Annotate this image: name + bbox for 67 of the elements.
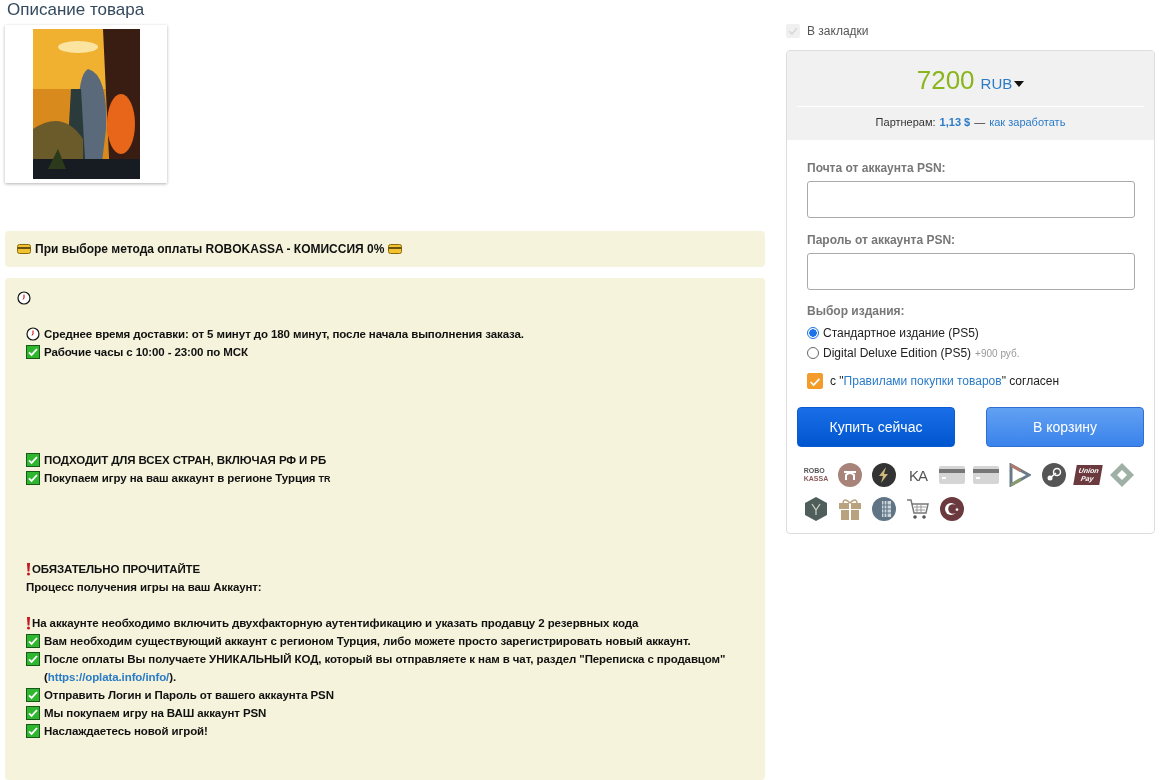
- bookmark-label: В закладки: [807, 24, 869, 38]
- buy-now-button[interactable]: Купить сейчас: [797, 407, 955, 447]
- field-label: Выбор издания:: [807, 304, 906, 318]
- gift-icon: [839, 498, 861, 520]
- description-text: Отправить Логин и Пароль от вашего аккаунта PSN: [44, 688, 334, 703]
- radio-button[interactable]: [807, 327, 819, 339]
- checkmark-icon: [26, 453, 40, 467]
- earn-link[interactable]: как заработать: [989, 116, 1066, 128]
- rules-link[interactable]: Правилами покупки товаров: [843, 374, 1002, 388]
- payment-logo-text: KA: [909, 466, 927, 484]
- diamond-icon: [1110, 463, 1134, 487]
- description-text: Наслаждаетесь новой игрой!: [44, 724, 208, 739]
- field-label: Пароль от аккаунта PSN:: [807, 233, 957, 247]
- partners-amount: 1,13 $: [939, 116, 971, 128]
- flag-code: TR: [318, 474, 331, 484]
- add-to-cart-button[interactable]: В корзину: [986, 407, 1144, 447]
- bookmark-checkbox[interactable]: [786, 24, 800, 38]
- partners-label: Партнерам:: [875, 116, 936, 128]
- checkmark-icon: [26, 652, 40, 666]
- crescent-icon: [940, 497, 964, 521]
- bolt-icon: [872, 463, 896, 487]
- card-icon: [939, 466, 965, 484]
- checkmark-icon: [26, 345, 40, 359]
- clock-icon: [26, 327, 40, 341]
- notice-text: При выборе метода оплаты ROBOKASSA - КОМИССИЯ 0%: [35, 242, 385, 256]
- radio-button[interactable]: [807, 347, 819, 359]
- checkmark-icon: [26, 634, 40, 648]
- description-text: Процесс получения игры на ваш Аккаунт:: [26, 580, 262, 595]
- input-field[interactable]: [807, 253, 1135, 290]
- price-extra: +900 руб.: [975, 347, 1020, 359]
- price-amount: 7200: [916, 65, 975, 96]
- card-icon: [388, 244, 403, 254]
- option-label: Digital Deluxe Edition (PS5): [823, 346, 972, 360]
- description-text: ОБЯЗАТЕЛЬНО ПРОЧИТАЙТЕ: [32, 562, 201, 577]
- description-text: Мы покупаем игру на ВАШ аккаунт PSN: [44, 706, 267, 721]
- arch-icon: [838, 463, 862, 487]
- description-text: ПОДХОДИТ ДЛЯ ВСЕХ СТРАН, ВКЛЮЧАЯ РФ И РБ: [44, 453, 327, 468]
- option-label: Стандартное издание (PS5): [823, 326, 979, 340]
- agreement-text: с "Правилами покупки товаров" согласен: [830, 374, 1060, 388]
- hexagon-icon: [805, 497, 827, 521]
- dash-text: —: [974, 116, 986, 128]
- description-text: Рабочие часы с 10:00 - 23:00 по МСК: [44, 345, 248, 360]
- link[interactable]: https://oplata.info/info/: [47, 671, 170, 683]
- exclamation-icon: [26, 616, 31, 630]
- description-text: Среднее время доставки: от 5 минут до 180 минут, после начала выполнения заказа.: [44, 327, 524, 342]
- caret-icon: [1014, 80, 1025, 87]
- currency-dropdown[interactable]: RUB: [980, 75, 1025, 92]
- description-text: На аккаунте необходимо включить двухфакторную аутентификацию и указать продавцу 2 резервных кода: [32, 616, 639, 631]
- description-text: Вам необходим существующий аккаунт с регионом Турция, либо можете просто зарегистрировать новый аккаунт.: [44, 634, 691, 649]
- globe-icon: [872, 497, 896, 521]
- checkmark-icon: [26, 688, 40, 702]
- field-label: Почта от аккаунта PSN:: [807, 161, 947, 175]
- checkmark-icon: [26, 706, 40, 720]
- triangle-arrows-icon: [1009, 463, 1031, 487]
- gear-circle-icon: [1042, 463, 1066, 487]
- agree-checkbox[interactable]: [807, 373, 823, 389]
- description-text: После оплаты Вы получаете УНИКАЛЬНЫЙ КОД, который вы отправляете к нам в чат, раздел "Переписка с продавцом" (https://oplata.info/info/).: [44, 652, 727, 685]
- checkmark-icon: [26, 471, 40, 485]
- description-text: Покупаем игру на ваш аккаунт в регионе Турция TR: [44, 471, 331, 486]
- input-field[interactable]: [807, 181, 1135, 218]
- cart-icon: [906, 497, 930, 521]
- exclamation-icon: [26, 562, 31, 576]
- card-icon: [973, 466, 999, 484]
- checkmark-icon: [26, 724, 40, 738]
- section-heading: Описание товара: [7, 0, 146, 20]
- clock-icon: [17, 291, 31, 305]
- card-icon: [17, 244, 31, 254]
